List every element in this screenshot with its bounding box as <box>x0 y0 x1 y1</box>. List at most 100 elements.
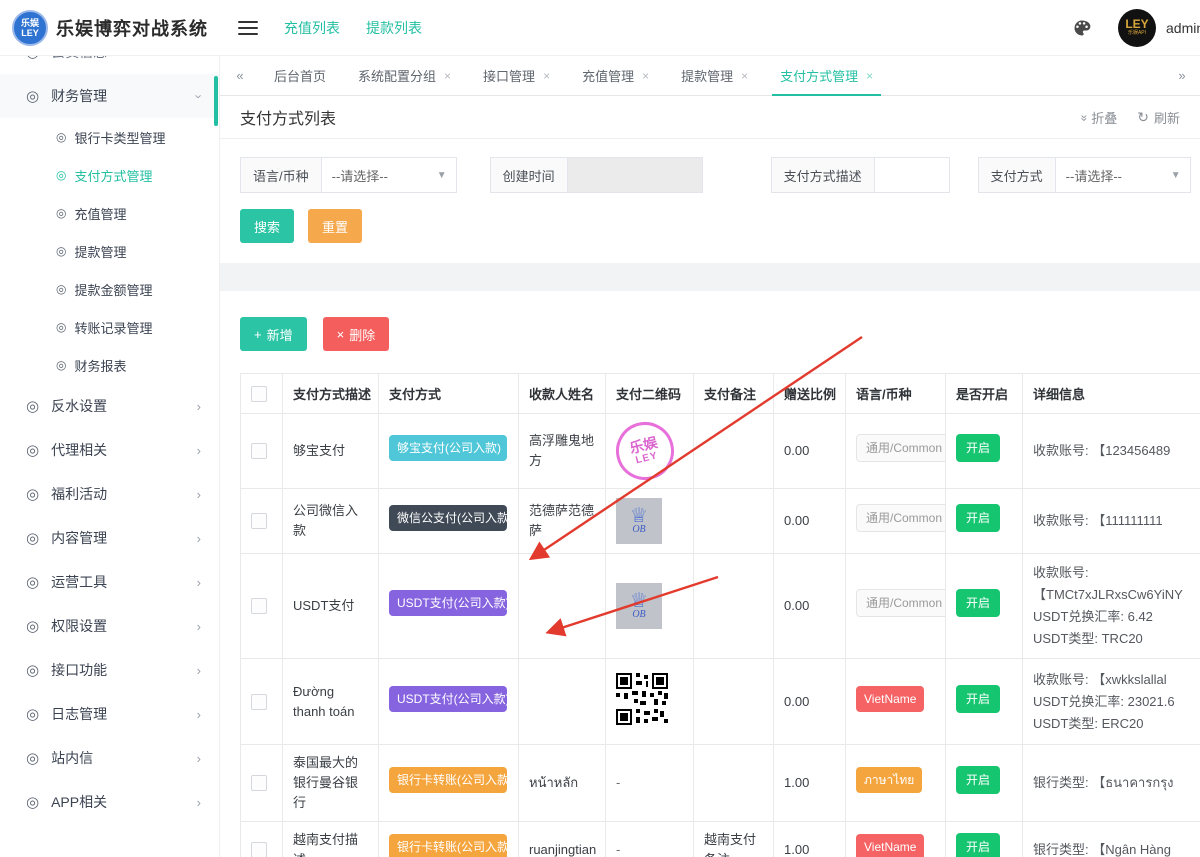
tab-充值管理[interactable]: 充值管理× <box>566 56 665 95</box>
cell-method-desc: 公司微信入款 <box>283 489 379 554</box>
detail-line: USDT兑换汇率: 6.42 <box>1033 606 1200 628</box>
cell-details: 收款账号: 【111111111 <box>1023 489 1200 554</box>
row-checkbox[interactable] <box>251 513 267 529</box>
reset-button[interactable]: 重置 <box>308 209 362 243</box>
cell-method-badge: USDT支付(公司入款) <box>379 659 519 745</box>
row-checkbox[interactable] <box>251 775 267 791</box>
sidebar-item-运营工具[interactable]: ◎运营工具› <box>0 560 219 604</box>
select-all-checkbox[interactable] <box>251 386 267 402</box>
filter-select-语言/币种[interactable]: --请选择--▼ <box>321 157 457 193</box>
avatar-subtext: 乐娱API <box>1128 30 1146 37</box>
qr-crown-image: ♕OB <box>616 498 662 544</box>
filter-input-支付方式描述[interactable] <box>874 157 950 193</box>
row-checkbox[interactable] <box>251 598 267 614</box>
filter-input-创建时间[interactable] <box>567 157 703 193</box>
cell-language: 通用/Common <box>846 414 946 489</box>
sidebar-item-转账记录管理[interactable]: ◎转账记录管理 <box>0 308 219 346</box>
tab-close-icon[interactable]: × <box>741 69 748 83</box>
collapse-button[interactable]: » 折叠 <box>1082 108 1118 127</box>
x-icon: × <box>337 327 345 342</box>
sidebar-item-APP相关[interactable]: ◎APP相关› <box>0 780 219 824</box>
circle-icon: ◎ <box>26 751 39 766</box>
top-nav-link-1[interactable]: 充值列表 <box>284 18 340 38</box>
sidebar-scrollbar[interactable] <box>214 76 218 126</box>
circle-icon: ◎ <box>26 443 39 458</box>
search-button[interactable]: 搜索 <box>240 209 294 243</box>
sidebar-group-finance[interactable]: ◎财务管理› <box>0 74 219 118</box>
enabled-toggle-badge[interactable]: 开启 <box>956 504 1000 532</box>
tab-系统配置分组[interactable]: 系统配置分组× <box>342 56 467 95</box>
filter-group-支付方式描述: 支付方式描述 <box>771 157 950 193</box>
sidebar-item-label: 权限设置 <box>51 616 107 636</box>
tabs-scroll-right-icon[interactable]: » <box>1162 56 1200 95</box>
tab-close-icon[interactable]: × <box>543 69 550 83</box>
circle-icon: ◎ <box>26 89 39 104</box>
sidebar-item-权限设置[interactable]: ◎权限设置› <box>0 604 219 648</box>
theme-palette-icon[interactable] <box>1072 18 1092 38</box>
tab-close-icon[interactable]: × <box>642 69 649 83</box>
add-button[interactable]: +新增 <box>240 317 307 351</box>
sidebar-item-代理相关[interactable]: ◎代理相关› <box>0 428 219 472</box>
refresh-button[interactable]: ↻ 刷新 <box>1137 108 1180 127</box>
filter-row: 语言/币种--请选择--▼创建时间支付方式描述支付方式--请选择--▼ <box>220 139 1200 193</box>
enabled-toggle-badge[interactable]: 开启 <box>956 833 1000 857</box>
filter-group-支付方式: 支付方式--请选择--▼ <box>978 157 1191 193</box>
sidebar-item-内容管理[interactable]: ◎内容管理› <box>0 516 219 560</box>
sidebar-item-label: 会员信息 <box>51 56 107 62</box>
user-avatar[interactable]: LEY 乐娱API <box>1118 9 1156 47</box>
filter-card: 支付方式列表 » 折叠 ↻ 刷新 语言/币种--请选择--▼创建时间支付方式描述… <box>220 96 1200 263</box>
sidebar-item-接口功能[interactable]: ◎接口功能› <box>0 648 219 692</box>
row-select-cell <box>241 659 283 745</box>
filter-select-支付方式[interactable]: --请选择--▼ <box>1055 157 1191 193</box>
enabled-toggle-badge[interactable]: 开启 <box>956 434 1000 462</box>
refresh-label: 刷新 <box>1154 108 1180 127</box>
enabled-toggle-badge[interactable]: 开启 <box>956 766 1000 794</box>
circle-icon: ◎ <box>56 282 66 296</box>
tab-label: 提款管理 <box>681 66 733 85</box>
qr-leyu-stamp-image: 乐娱LEY <box>610 416 680 486</box>
table-card: +新增 ×删除 支付方式描述支付方式收款人姓名支付二维码支付备注赠送比例语言/币… <box>220 291 1200 857</box>
qr-dash: - <box>616 775 620 790</box>
sidebar-item-反水设置[interactable]: ◎反水设置› <box>0 384 219 428</box>
hamburger-menu-icon[interactable] <box>238 21 258 35</box>
sidebar-item-财务报表[interactable]: ◎财务报表 <box>0 346 219 384</box>
column-header-赠送比例: 赠送比例 <box>774 374 846 414</box>
chevron-down-icon: ▼ <box>1171 170 1181 181</box>
app-window: 乐娱 LEY 乐娱博弈对战系统 充值列表提款列表 LEY 乐娱API admin… <box>0 0 1200 857</box>
cell-qr-code <box>606 659 694 745</box>
sidebar-item-福利活动[interactable]: ◎福利活动› <box>0 472 219 516</box>
sidebar-item-提款管理[interactable]: ◎提款管理 <box>0 232 219 270</box>
row-checkbox[interactable] <box>251 443 267 459</box>
tab-close-icon[interactable]: × <box>866 69 873 83</box>
enabled-toggle-badge[interactable]: 开启 <box>956 685 1000 713</box>
tab-label: 接口管理 <box>483 66 535 85</box>
tab-支付方式管理[interactable]: 支付方式管理× <box>764 56 889 95</box>
sidebar-item-partial[interactable]: ◎会员信息 <box>0 56 219 74</box>
tab-接口管理[interactable]: 接口管理 × <box>467 56 566 95</box>
sidebar-item-充值管理[interactable]: ◎充值管理 <box>0 194 219 232</box>
sidebar-item-支付方式管理[interactable]: ◎支付方式管理 <box>0 156 219 194</box>
cell-bonus-ratio: 0.00 <box>774 489 846 554</box>
plus-icon: + <box>254 327 262 342</box>
row-checkbox[interactable] <box>251 842 267 857</box>
row-checkbox[interactable] <box>251 694 267 710</box>
main-content: «后台首页系统配置分组×接口管理×充值管理×提款管理×支付方式管理×» 支付方式… <box>220 56 1200 857</box>
tab-后台首页[interactable]: 后台首页 <box>258 56 342 95</box>
tab-提款管理[interactable]: 提款管理 × <box>665 56 764 95</box>
enabled-toggle-badge[interactable]: 开启 <box>956 589 1000 617</box>
sidebar-item-日志管理[interactable]: ◎日志管理› <box>0 692 219 736</box>
cell-method-badge: 银行卡转账(公司入款) <box>379 745 519 822</box>
delete-button[interactable]: ×删除 <box>323 317 390 351</box>
detail-line: 收款账号: 【111111111 <box>1033 510 1200 532</box>
sidebar-item-银行卡类型管理[interactable]: ◎银行卡类型管理 <box>0 118 219 156</box>
tab-label: 后台首页 <box>274 66 326 85</box>
username-link[interactable]: admin <box>1166 20 1200 36</box>
cell-language: 通用/Common <box>846 554 946 659</box>
top-nav-link-2[interactable]: 提款列表 <box>366 18 422 38</box>
tabs-scroll-left-icon[interactable]: « <box>220 56 258 95</box>
detail-line: 银行类型: 【Ngân Hàng <box>1033 839 1200 857</box>
sidebar-item-站内信[interactable]: ◎站内信› <box>0 736 219 780</box>
tab-close-icon[interactable]: × <box>444 69 451 83</box>
sidebar-item-提款金额管理[interactable]: ◎提款金额管理 <box>0 270 219 308</box>
page-title: 支付方式列表 <box>240 105 336 129</box>
